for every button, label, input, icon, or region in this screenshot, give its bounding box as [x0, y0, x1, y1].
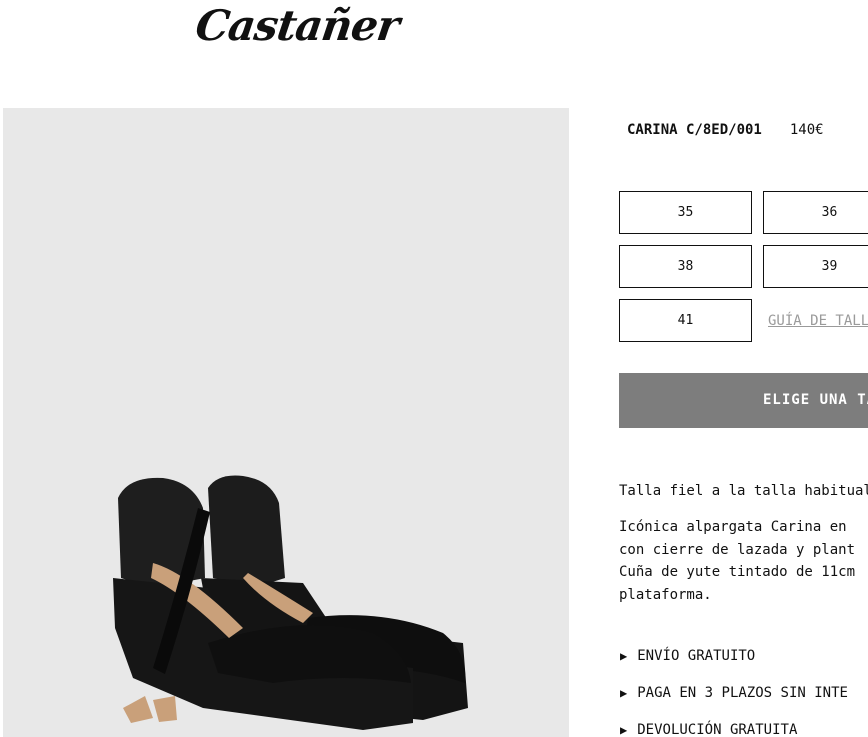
espadrille-illustration	[113, 475, 468, 730]
size-guide-link[interactable]: GUÍA DE TALLAS	[768, 313, 868, 329]
product-page: Castañer CARINA C/8ED/001 140€ 35 36 38 3…	[0, 0, 868, 737]
size-option-39[interactable]: 39	[763, 245, 868, 288]
product-price: 140€	[789, 122, 824, 138]
description-line: Cuña de yute tintado de 11cm	[619, 564, 856, 580]
accordion-label: PAGA EN 3 PLAZOS SIN INTE	[637, 685, 848, 701]
ribbon-tip	[123, 696, 153, 723]
product-image[interactable]	[3, 108, 569, 737]
ribbon-tip-2	[153, 696, 177, 722]
product-title-row: CARINA C/8ED/001 140€	[627, 122, 824, 138]
accordion-shipping[interactable]: ▶ ENVÍO GRATUITO	[620, 648, 755, 664]
accordion-installments[interactable]: ▶ PAGA EN 3 PLAZOS SIN INTE	[620, 685, 848, 701]
accordion-label: DEVOLUCIÓN GRATUITA	[637, 722, 798, 737]
description-line: plataforma.	[619, 586, 712, 603]
back-shoe-heel	[208, 475, 285, 588]
choose-size-button[interactable]: ELIGE UNA TALLA	[619, 373, 868, 428]
size-option-36[interactable]: 36	[763, 191, 868, 234]
accordion-returns[interactable]: ▶ DEVOLUCIÓN GRATUITA	[620, 722, 797, 737]
brand-logo[interactable]: Castañer	[192, 0, 403, 56]
description-line: Icónica alpargata Carina en	[619, 519, 847, 535]
size-option-35[interactable]: 35	[619, 191, 752, 234]
accordion-label: ENVÍO GRATUITO	[637, 648, 756, 664]
size-option-38[interactable]: 38	[619, 245, 752, 288]
product-name: CARINA C/8ED/001	[627, 122, 762, 138]
size-option-41[interactable]: 41	[619, 299, 752, 342]
triangle-right-icon: ▶	[620, 649, 628, 663]
fit-note: Talla fiel a la talla habitual	[619, 483, 868, 499]
triangle-right-icon: ▶	[620, 686, 628, 700]
description-line: con cierre de lazada y plant	[619, 541, 856, 558]
triangle-right-icon: ▶	[620, 723, 628, 737]
